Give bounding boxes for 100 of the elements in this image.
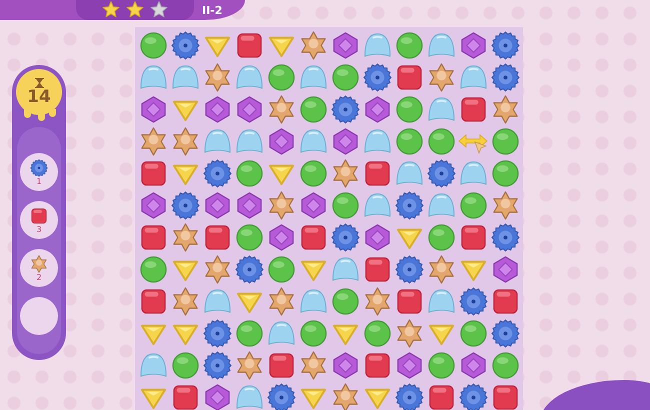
- ball-candy[interactable]: [394, 126, 424, 156]
- hexagon-candy[interactable]: [458, 350, 488, 380]
- ball-candy[interactable]: [426, 350, 456, 380]
- jelly-candy[interactable]: [298, 286, 328, 316]
- square-candy[interactable]: [362, 254, 392, 284]
- star-candy[interactable]: [266, 94, 296, 124]
- jelly-candy[interactable]: [426, 190, 456, 220]
- ball-candy[interactable]: [266, 62, 296, 92]
- star-candy[interactable]: [170, 126, 200, 156]
- square-candy[interactable]: [426, 382, 456, 410]
- star-candy[interactable]: [426, 62, 456, 92]
- ball-candy[interactable]: [234, 158, 264, 188]
- ball-candy[interactable]: [330, 62, 360, 92]
- jelly-candy[interactable]: [362, 126, 392, 156]
- hexagon-candy[interactable]: [234, 190, 264, 220]
- ball-candy[interactable]: [490, 158, 520, 188]
- square-candy[interactable]: [138, 158, 168, 188]
- hexagon-candy[interactable]: [202, 382, 232, 410]
- ball-candy[interactable]: [426, 126, 456, 156]
- star-candy[interactable]: [394, 318, 424, 348]
- square-candy[interactable]: [266, 350, 296, 380]
- star-candy[interactable]: [330, 158, 360, 188]
- star-candy[interactable]: [138, 126, 168, 156]
- square-candy[interactable]: [170, 382, 200, 410]
- jelly-candy[interactable]: [234, 382, 264, 410]
- star-candy[interactable]: [426, 254, 456, 284]
- flower-candy[interactable]: [202, 158, 232, 188]
- ball-candy[interactable]: [362, 318, 392, 348]
- square-candy[interactable]: [490, 382, 520, 410]
- star-candy[interactable]: [490, 94, 520, 124]
- hexagon-candy[interactable]: [202, 94, 232, 124]
- ball-candy[interactable]: [234, 222, 264, 252]
- ball-candy[interactable]: [298, 158, 328, 188]
- jelly-candy[interactable]: [426, 30, 456, 60]
- jelly-candy[interactable]: [266, 318, 296, 348]
- ball-candy[interactable]: [234, 318, 264, 348]
- jelly-candy[interactable]: [362, 190, 392, 220]
- square-candy[interactable]: [234, 30, 264, 60]
- star-candy[interactable]: [202, 62, 232, 92]
- ball-candy[interactable]: [138, 30, 168, 60]
- hexagon-candy[interactable]: [266, 222, 296, 252]
- jelly-candy[interactable]: [426, 94, 456, 124]
- star-candy[interactable]: [330, 382, 360, 410]
- jelly-candy[interactable]: [330, 254, 360, 284]
- ball-candy[interactable]: [298, 318, 328, 348]
- jelly-candy[interactable]: [202, 126, 232, 156]
- star-candy[interactable]: [170, 222, 200, 252]
- star-candy[interactable]: [266, 286, 296, 316]
- hexagon-candy[interactable]: [490, 254, 520, 284]
- jelly-candy[interactable]: [298, 62, 328, 92]
- square-candy[interactable]: [362, 158, 392, 188]
- flower-candy[interactable]: [490, 222, 520, 252]
- ball-candy[interactable]: [458, 190, 488, 220]
- flower-candy[interactable]: [234, 254, 264, 284]
- jelly-candy[interactable]: [138, 62, 168, 92]
- jelly-candy[interactable]: [458, 158, 488, 188]
- ball-candy[interactable]: [394, 94, 424, 124]
- ball-candy[interactable]: [426, 222, 456, 252]
- flower-candy[interactable]: [330, 94, 360, 124]
- square-candy[interactable]: [138, 222, 168, 252]
- star-candy[interactable]: [298, 30, 328, 60]
- jelly-candy[interactable]: [234, 126, 264, 156]
- hexagon-candy[interactable]: [330, 350, 360, 380]
- flower-candy[interactable]: [394, 382, 424, 410]
- hexagon-candy[interactable]: [330, 126, 360, 156]
- star-candy[interactable]: [170, 286, 200, 316]
- jelly-candy[interactable]: [234, 62, 264, 92]
- hexagon-candy[interactable]: [266, 126, 296, 156]
- flower-candy[interactable]: [330, 222, 360, 252]
- ball-candy[interactable]: [394, 30, 424, 60]
- square-candy[interactable]: [202, 222, 232, 252]
- square-candy[interactable]: [394, 286, 424, 316]
- square-candy[interactable]: [298, 222, 328, 252]
- hexagon-candy[interactable]: [362, 222, 392, 252]
- flower-candy[interactable]: [170, 30, 200, 60]
- star-candy[interactable]: [266, 190, 296, 220]
- square-candy[interactable]: [30, 206, 48, 224]
- flower-candy[interactable]: [426, 158, 456, 188]
- ball-candy[interactable]: [170, 350, 200, 380]
- ball-candy[interactable]: [490, 126, 520, 156]
- flower-candy[interactable]: [458, 286, 488, 316]
- hexagon-candy[interactable]: [362, 94, 392, 124]
- jelly-candy[interactable]: [362, 30, 392, 60]
- flower-candy[interactable]: [362, 62, 392, 92]
- ball-candy[interactable]: [266, 254, 296, 284]
- hexagon-candy[interactable]: [202, 190, 232, 220]
- ball-candy[interactable]: [458, 318, 488, 348]
- jelly-candy[interactable]: [458, 62, 488, 92]
- star-candy[interactable]: [362, 286, 392, 316]
- flower-candy[interactable]: [490, 30, 520, 60]
- square-candy[interactable]: [490, 286, 520, 316]
- square-candy[interactable]: [138, 286, 168, 316]
- flower-candy[interactable]: [202, 350, 232, 380]
- star-candy[interactable]: [298, 350, 328, 380]
- flower-candy[interactable]: [202, 318, 232, 348]
- flower-candy[interactable]: [170, 190, 200, 220]
- ball-candy[interactable]: [330, 190, 360, 220]
- hexagon-candy[interactable]: [394, 350, 424, 380]
- hexagon-candy[interactable]: [234, 94, 264, 124]
- ball-candy[interactable]: [490, 350, 520, 380]
